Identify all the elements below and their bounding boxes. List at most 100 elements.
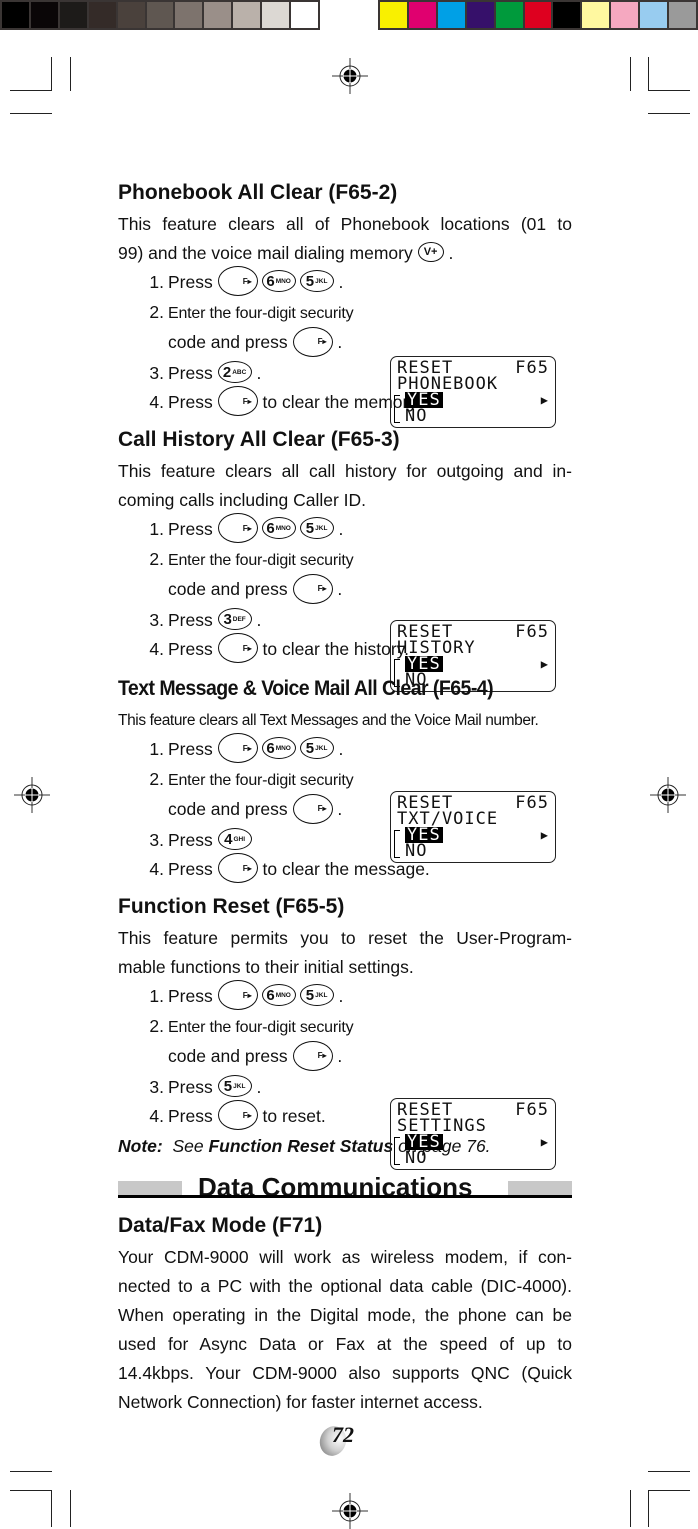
function-key-icon: F▸ [217,980,258,1011]
step-list: 1. Press F▸ 6 MNO 5 JKL . 2. Enter the four-dig… [118,513,572,692]
step-list: 1. Press F▸ 6 MNO 5 JKL . 2. Enter the four-dig… [118,733,572,885]
color-swatch [553,2,581,28]
section-description-line: This feature clears all of Phonebook loc… [118,214,572,234]
color-swatch [233,2,261,28]
lcd-arrow-icon: ▶ [540,828,549,842]
section-description-line: mable functions to their initial setting… [118,957,414,977]
registration-mark-icon [650,777,686,813]
crop-mark [70,57,71,91]
color-swatch [669,2,696,28]
page-number-text: 72 [332,1422,354,1447]
section-description-line: This feature clears all call history for… [118,461,572,481]
crop-mark [630,1490,631,1527]
lcd-code: F65 [515,793,549,813]
function-key-icon: F▸ [292,1040,333,1071]
lcd-arrow-icon: ▶ [540,1135,549,1149]
lcd-arrow-icon: ▶ [540,393,549,407]
key-5-icon: 5 JKL [299,984,334,1007]
color-swatch [30,2,58,28]
step-list: 1. Press F▸ 6 MNO 5 JKL . 2. Enter the four-dig… [118,980,572,1170]
key-5-icon: 5 JKL [299,517,334,540]
section-description-line: This feature clears all Text Messages an… [118,712,539,729]
lcd-code: F65 [515,358,549,378]
lcd-code: F65 [515,1100,549,1120]
section-call-history-all-clear: Call History All Clear (F65-3) This featu… [118,427,572,692]
section-data-fax-mode: Data/Fax Mode (F71) Your CDM-9000 will w… [118,1213,572,1417]
step-2: 2. Enter the four-digit security [149,302,354,323]
step-2: 2. Enter the four-digit security [149,549,354,570]
step-2-continued: code and press F▸ . [118,573,572,605]
section-function-reset: Function Reset (F65-5) This feature permi… [118,894,572,1170]
crop-mark [630,57,631,91]
lcd-code: F65 [515,622,549,642]
paragraph-line: When operating in the Digital mode, the … [118,1305,572,1325]
step-list: 1. Press F▸ 6 MNO 5 JKL . 2. Enter the four-dig… [118,266,572,428]
color-swatch [408,2,436,28]
step-2-continued: code and press F▸ . [118,326,572,358]
section-description-line: 99) and the voice mail dialing memory V+… [118,242,454,263]
key-5-icon: 5 JKL [299,270,334,293]
banner-rule [118,1195,572,1198]
color-swatch [117,2,145,28]
digit-key-icon: 4 GHI [217,828,252,851]
key-6-icon: 6 MNO [261,517,296,540]
crop-mark [648,1471,690,1472]
section-phonebook-all-clear: Phonebook All Clear (F65-2) This feature … [118,180,572,428]
step-1: 1. Press F▸ 6 MNO 5 JKL . [118,733,572,765]
color-swatch [582,2,610,28]
function-key-icon: F▸ [292,326,333,357]
banner-bar-right [508,1181,572,1196]
function-key-icon: F▸ [217,513,258,544]
color-swatch [262,2,290,28]
color-swatch [2,2,29,28]
crop-mark [648,90,690,91]
paragraph-line: Network Connection) for faster internet … [118,1392,483,1412]
registration-mark-icon [332,58,368,94]
color-swatch [175,2,203,28]
digit-key-icon: 5 JKL [217,1075,252,1098]
crop-mark [10,113,52,114]
section-title: Phonebook All Clear (F65-2) [118,181,398,204]
function-key-icon: F▸ [217,386,258,417]
lcd-bracket [394,395,400,423]
color-swatch [88,2,116,28]
crop-mark [648,1490,649,1527]
function-key-icon: F▸ [217,733,258,764]
section-title: Call History All Clear (F65-3) [118,428,400,451]
lcd-option: NO [405,841,428,861]
step-1: 1. Press F▸ 6 MNO 5 JKL . [118,980,572,1012]
section-title: Text Message & Voice Mail All Clear (F65… [118,677,494,700]
step-2: 2. Enter the four-digit security [149,1016,354,1037]
crop-mark [10,1490,52,1491]
section-description-line: This feature permits you to reset the Us… [118,928,572,948]
step-2-continued: code and press F▸ . [118,1040,572,1072]
banner-bar-left [118,1181,182,1196]
voice-mail-key-icon: V+ [417,242,444,263]
lcd-screen: RESET F65 TXT/VOICE YES ▶ NO [390,791,556,863]
key-5-icon: 5 JKL [299,737,334,760]
lcd-bracket [394,830,400,858]
color-swatch [291,2,318,28]
banner-title: Data Communications [190,1172,481,1203]
lcd-arrow-icon: ▶ [540,657,549,671]
color-swatch [380,2,407,28]
function-key-icon: F▸ [217,266,258,297]
crop-mark [10,1471,52,1472]
lcd-screen: RESET F65 SETTINGS YES ▶ NO [390,1098,556,1170]
lcd-option: NO [405,406,428,426]
crop-mark [648,113,690,114]
color-swatch [611,2,639,28]
key-6-icon: 6 MNO [261,984,296,1007]
crop-mark [51,57,52,91]
color-swatch [437,2,465,28]
paragraph-line: Your CDM-9000 will work as wireless mode… [118,1247,572,1267]
lcd-option: NO [405,1148,428,1168]
key-6-icon: 6 MNO [261,270,296,293]
color-swatch [59,2,87,28]
digit-key-icon: 2 ABC [217,361,252,384]
paragraph-line: used for Async Data or Fax at the speed … [118,1334,572,1354]
color-swatch [204,2,232,28]
step-1: 1. Press F▸ 6 MNO 5 JKL . [118,513,572,545]
color-swatch [146,2,174,28]
key-6-icon: 6 MNO [261,737,296,760]
